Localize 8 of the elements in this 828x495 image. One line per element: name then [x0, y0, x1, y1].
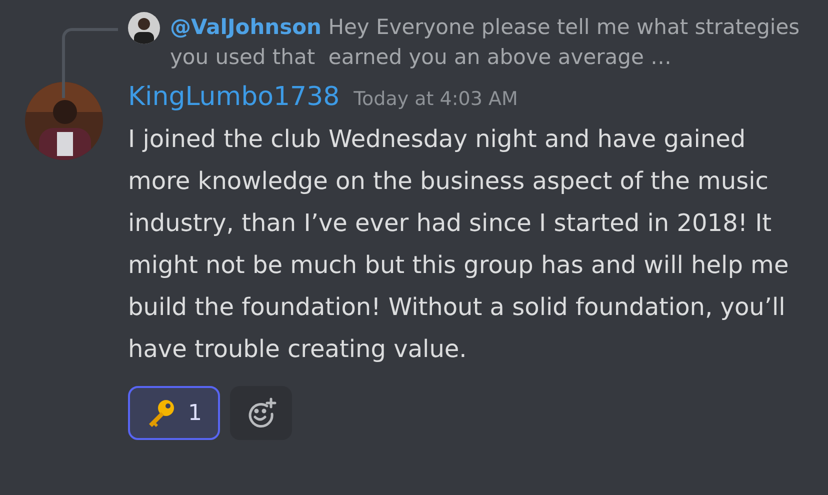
reply-preview[interactable]: @ValJohnson Hey Everyone please tell me what strategies you used that earned you an above average … [170, 12, 808, 72]
add-reaction-button[interactable] [230, 386, 292, 440]
timestamp: Today at 4:03 AM [354, 88, 518, 110]
username[interactable]: KingLumbo1738 [128, 82, 340, 112]
avatar [128, 12, 160, 44]
message-text: I joined the club Wednesday night and have gained more knowledge on the business aspect of the music industry, than I’ve ever had since I started in 2018! It might not be much but this group has and will help me build the foundation! Without a solid foundation, you’ll have trouble creating value. [128, 124, 790, 365]
reaction-button[interactable]: 1 [128, 386, 220, 440]
mention-link[interactable]: @ValJohnson [170, 15, 322, 39]
